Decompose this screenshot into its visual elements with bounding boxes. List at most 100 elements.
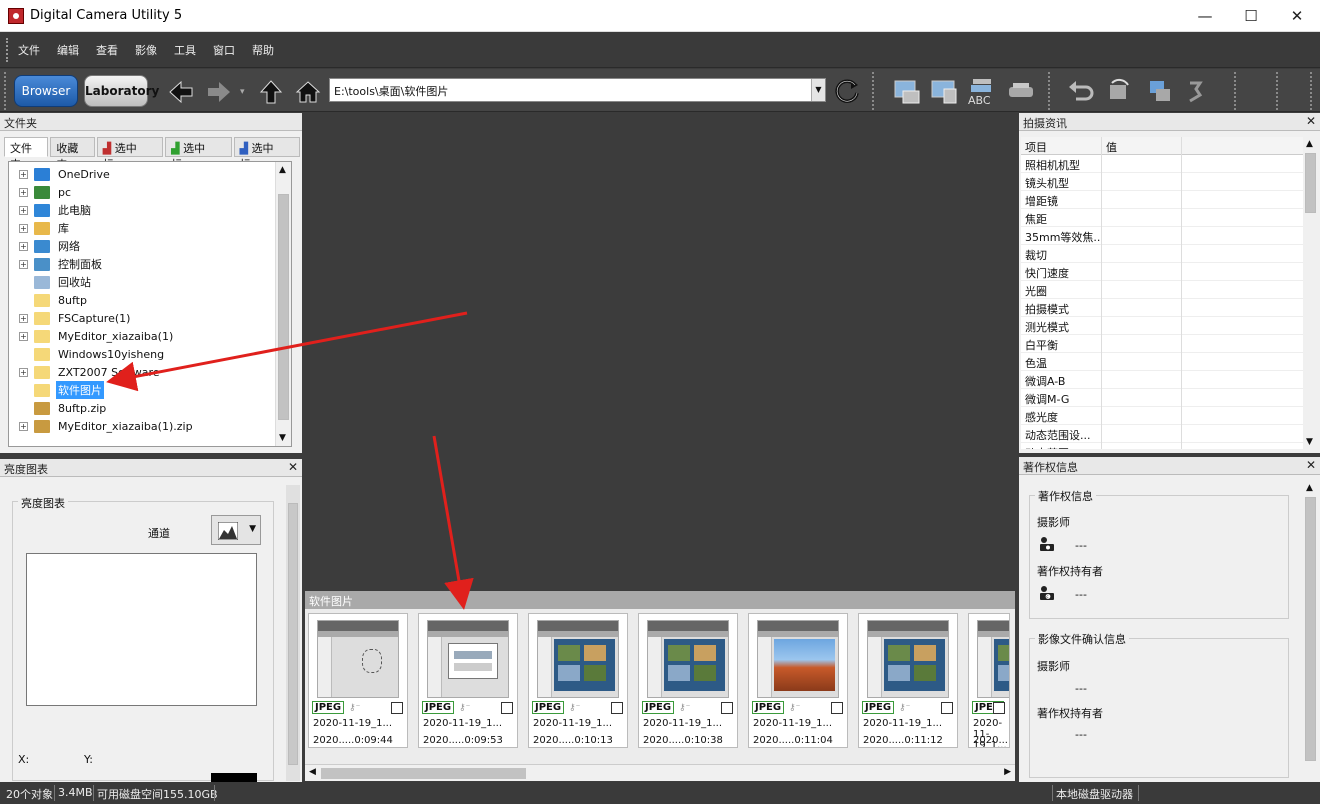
home-icon[interactable]: [295, 79, 321, 105]
thumbnail-item[interactable]: JPEG ⚷⁻ 2020-11-19_1... 2020.....0:09:44: [308, 613, 408, 748]
expand-toggle-icon[interactable]: +: [19, 187, 28, 197]
menu-item-6[interactable]: 帮助: [252, 42, 274, 58]
protect-key-icon[interactable]: ⚷⁻: [679, 703, 690, 713]
table-row[interactable]: 微调A-B: [1021, 371, 1303, 389]
thumbnail-image[interactable]: [647, 620, 729, 698]
histogram-close-icon[interactable]: ✕: [288, 460, 298, 474]
protect-key-icon[interactable]: ⚷⁻: [459, 703, 470, 713]
table-row[interactable]: 感光度: [1021, 407, 1303, 425]
rotate-left-icon[interactable]: [1104, 77, 1134, 107]
thumbnail-item[interactable]: JPEG ⚷⁻ 2020-11-19_1... 2020.....0:11:04: [748, 613, 848, 748]
tree-item[interactable]: + 库: [19, 219, 71, 237]
refresh-icon[interactable]: [833, 77, 861, 105]
menu-item-2[interactable]: 查看: [96, 42, 118, 58]
protect-key-icon[interactable]: ⚷⁻: [899, 703, 910, 713]
thumbnail-item[interactable]: JPEG ⚷⁻ 2020-11-19_1... 2020.....0:10:13: [528, 613, 628, 748]
tab-selected-mark-2[interactable]: ▟ 选中标...: [165, 137, 232, 171]
column-header-item[interactable]: 项目: [1025, 139, 1101, 155]
thumbnail-image[interactable]: [757, 620, 839, 698]
tree-scroll-thumb[interactable]: [278, 194, 289, 420]
tree-item[interactable]: + 控制面板: [19, 255, 104, 273]
scroll-down-icon[interactable]: ▼: [1306, 437, 1313, 447]
table-row[interactable]: 测光模式: [1021, 317, 1303, 335]
scroll-right-icon[interactable]: ▶: [1004, 767, 1011, 777]
thumbnail-scrollbar[interactable]: ◀ ▶: [305, 764, 1015, 781]
history-dropdown-icon[interactable]: ▾: [240, 87, 245, 97]
expand-toggle-icon[interactable]: +: [19, 367, 28, 377]
table-row[interactable]: 焦距: [1021, 209, 1303, 227]
table-row[interactable]: 增距镜: [1021, 191, 1303, 209]
table-row[interactable]: 动态范围设...: [1021, 425, 1303, 443]
tree-item[interactable]: 回收站: [19, 273, 93, 291]
thumbnail-image[interactable]: [867, 620, 949, 698]
expand-toggle-icon[interactable]: +: [19, 331, 28, 341]
tree-item[interactable]: + 此电脑: [19, 201, 93, 219]
protect-key-icon[interactable]: ⚷⁻: [1009, 703, 1010, 713]
expand-toggle-icon[interactable]: +: [19, 205, 28, 215]
table-row[interactable]: 35mm等效焦...: [1021, 227, 1303, 245]
column-header-value[interactable]: 值: [1101, 137, 1181, 155]
thumbnail-image[interactable]: [537, 620, 619, 698]
undo-icon[interactable]: [1066, 77, 1096, 107]
path-dropdown-icon[interactable]: ▼: [811, 79, 825, 101]
shooting-info-scroll-thumb[interactable]: [1305, 153, 1316, 213]
browser-button[interactable]: Browser: [14, 75, 78, 107]
expand-toggle-icon[interactable]: +: [19, 241, 28, 251]
thumbnail-item[interactable]: JPEG ⚷⁻ 2020-11-19_1... 2020.....0:10:38: [638, 613, 738, 748]
select-checkbox[interactable]: [721, 702, 733, 714]
select-checkbox[interactable]: [941, 702, 953, 714]
select-checkbox[interactable]: [993, 702, 1005, 714]
thumbnail-image[interactable]: [427, 620, 509, 698]
table-row[interactable]: 微调M-G: [1021, 389, 1303, 407]
tree-item[interactable]: + FSCapture(1): [19, 309, 132, 327]
table-row[interactable]: 照相机机型: [1021, 155, 1303, 173]
protect-key-icon[interactable]: ⚷⁻: [349, 703, 360, 713]
tree-item[interactable]: + MyEditor_xiazaiba(1): [19, 327, 175, 345]
select-checkbox[interactable]: [501, 702, 513, 714]
shooting-info-scrollbar[interactable]: ▲ ▼: [1303, 137, 1319, 449]
redo-icon[interactable]: [1180, 77, 1210, 107]
scroll-up-icon[interactable]: ▲: [1306, 139, 1313, 149]
table-row[interactable]: 白平衡: [1021, 335, 1303, 353]
thumbnail-item[interactable]: JPEG ⚷⁻ 2020-11-19_1... 2020.....0:09:53: [418, 613, 518, 748]
menu-item-5[interactable]: 窗口: [213, 42, 235, 58]
expand-toggle-icon[interactable]: +: [19, 223, 28, 233]
tree-scrollbar[interactable]: ▲ ▼: [275, 162, 291, 446]
select-checkbox[interactable]: [611, 702, 623, 714]
tree-item[interactable]: + ZXT2007 Software: [19, 363, 162, 381]
scroll-left-icon[interactable]: ◀: [309, 767, 316, 777]
maximize-button[interactable]: ☐: [1228, 0, 1274, 32]
select-checkbox[interactable]: [831, 702, 843, 714]
histogram-scrollbar[interactable]: [286, 485, 300, 781]
copyright-scrollbar[interactable]: ▲: [1303, 481, 1319, 781]
select-checkbox[interactable]: [391, 702, 403, 714]
thumbnail-image[interactable]: [977, 620, 1009, 698]
tab-favorites[interactable]: 收藏夹: [50, 137, 95, 171]
tab-selected-mark-1[interactable]: ▟ 选中标...: [96, 137, 164, 171]
thumbnail-scroll-thumb[interactable]: [321, 768, 526, 779]
large-thumbnail-view-icon[interactable]: [893, 77, 923, 107]
tree-item[interactable]: 软件图片: [19, 381, 104, 399]
tree-item[interactable]: + MyEditor_xiazaiba(1).zip: [19, 417, 195, 435]
tree-item[interactable]: Windows10yisheng: [19, 345, 166, 363]
menu-item-4[interactable]: 工具: [174, 42, 196, 58]
channel-selector[interactable]: ▼: [211, 515, 261, 545]
copyright-scroll-thumb[interactable]: [1305, 497, 1316, 761]
tree-item[interactable]: 8uftp.zip: [19, 399, 108, 417]
laboratory-button[interactable]: Laboratory: [84, 75, 159, 107]
histogram-scroll-thumb[interactable]: [288, 503, 298, 765]
protect-key-icon[interactable]: ⚷⁻: [789, 703, 800, 713]
menu-item-1[interactable]: 编辑: [57, 42, 79, 58]
minimize-button[interactable]: —: [1182, 0, 1228, 32]
table-row[interactable]: 裁切: [1021, 245, 1303, 263]
table-row[interactable]: 光圈: [1021, 281, 1303, 299]
copyright-close-icon[interactable]: ✕: [1306, 458, 1316, 472]
tab-selected-mark-3[interactable]: ▟ 选中标...: [233, 137, 301, 171]
scroll-up-icon[interactable]: ▲: [1306, 483, 1313, 493]
scroll-up-icon[interactable]: ▲: [279, 165, 286, 175]
tree-item[interactable]: + pc: [19, 183, 73, 201]
tab-folders[interactable]: 文件夹: [4, 137, 49, 171]
tree-item[interactable]: + OneDrive: [19, 165, 112, 183]
up-arrow-icon[interactable]: [258, 79, 284, 105]
table-row[interactable]: 镜头机型: [1021, 173, 1303, 191]
